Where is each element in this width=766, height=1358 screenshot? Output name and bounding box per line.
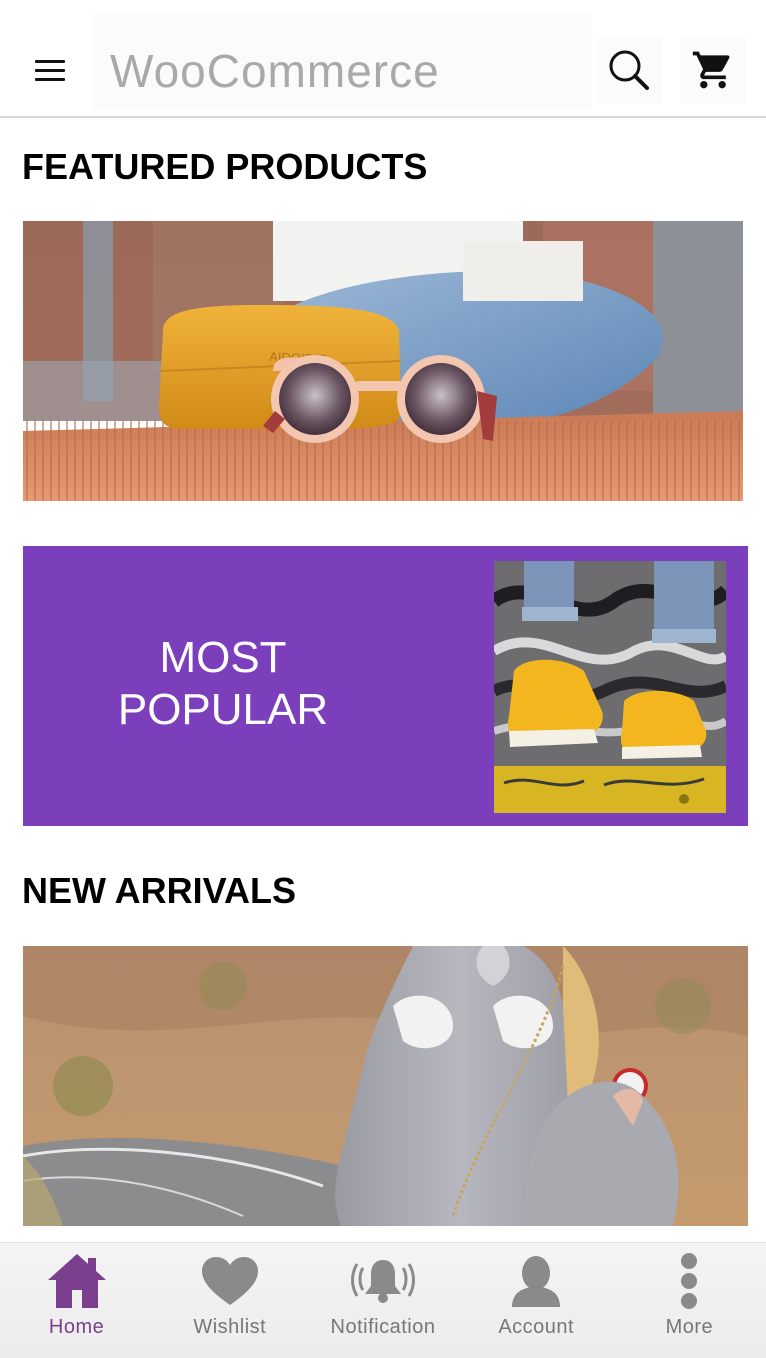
cart-button[interactable] [680, 37, 746, 103]
nav-more[interactable]: More [613, 1243, 766, 1358]
more-vertical-icon [657, 1249, 721, 1313]
featured-products-heading: FEATURED PRODUCTS [22, 146, 428, 187]
most-popular-banner[interactable]: MOST POPULAR [23, 546, 748, 826]
most-popular-line-2: POPULAR [117, 685, 329, 734]
most-popular-image[interactable] [494, 561, 726, 813]
nav-home-label: Home [48, 1316, 105, 1338]
search-icon [609, 50, 649, 90]
search-button[interactable] [596, 37, 662, 103]
home-icon [45, 1249, 109, 1313]
most-popular-line-1: MOST [159, 633, 287, 682]
new-arrivals-image[interactable] [23, 946, 748, 1226]
app-title: WooCommerce [110, 45, 440, 97]
nav-home[interactable]: Home [0, 1243, 153, 1358]
featured-product-image[interactable]: AIDOIRIE [23, 221, 743, 501]
nav-account[interactable]: Account [460, 1243, 613, 1358]
nav-notification-label: Notification [330, 1316, 436, 1338]
most-popular-label: MOST POPULAR [23, 632, 423, 736]
bottom-navigation: Home Wishlist Notification Account More [0, 1242, 766, 1358]
hamburger-menu-icon[interactable] [22, 42, 78, 98]
nav-account-label: Account [498, 1316, 575, 1338]
nav-wishlist-label: Wishlist [193, 1316, 267, 1338]
app-header: WooCommerce [0, 0, 766, 118]
bell-icon [351, 1249, 415, 1313]
nav-more-label: More [665, 1316, 714, 1338]
new-arrivals-heading: NEW ARRIVALS [22, 870, 296, 911]
shopping-cart-icon [692, 51, 730, 89]
nav-wishlist[interactable]: Wishlist [153, 1243, 306, 1358]
nav-notification[interactable]: Notification [306, 1243, 459, 1358]
heart-icon [198, 1249, 262, 1313]
user-icon [504, 1249, 568, 1313]
